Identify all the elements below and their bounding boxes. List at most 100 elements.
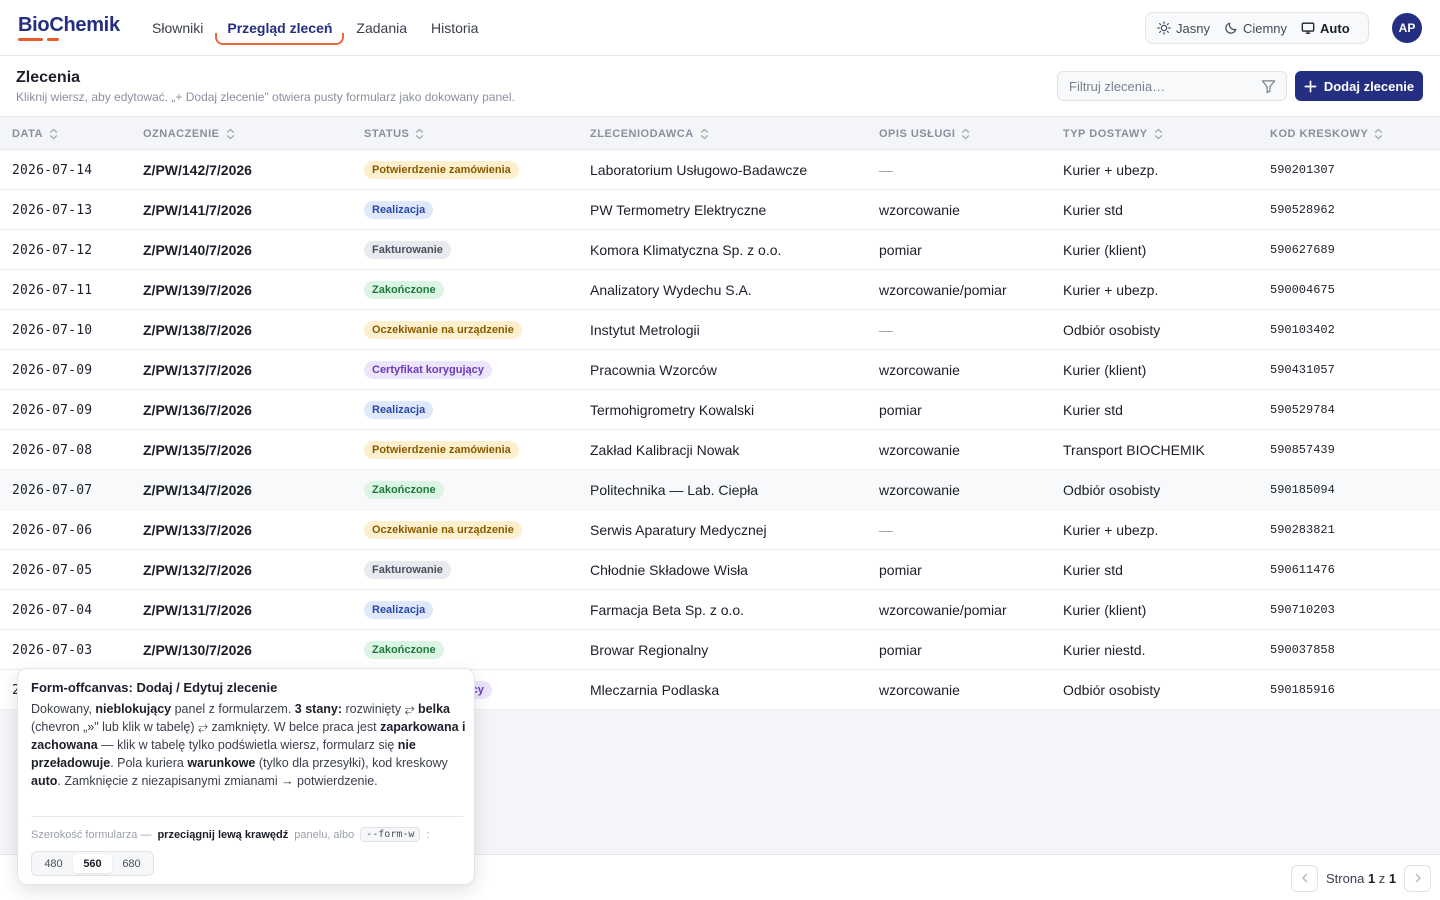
column-header-typ-dostawy[interactable]: Typ dostawy — [1063, 117, 1163, 151]
column-header-label: Data — [12, 128, 43, 140]
order-status: Fakturowanie — [364, 230, 451, 270]
order-barcode: 590185094 — [1270, 483, 1335, 497]
theme-switcher: Jasny Ciemny Auto — [1145, 12, 1369, 44]
table-row[interactable]: 2026-07-04 Z/PW/131/7/2026 Realizacja Farma… — [0, 590, 1440, 630]
column-header-date[interactable]: Data — [12, 117, 58, 151]
column-header-opis-uslugi[interactable]: Opis usługi — [879, 117, 970, 151]
table-header: Data Oznaczenie Status Zleceniodawca Opis us… — [0, 116, 1440, 150]
order-code: Z/PW/133/7/2026 — [143, 522, 252, 538]
table-row[interactable]: 2026-07-09 Z/PW/136/7/2026 Realizacja Termo… — [0, 390, 1440, 430]
page-prefix: Strona — [1326, 870, 1365, 886]
status-badge: Realizacja — [364, 401, 434, 419]
order-delivery: Kurier + ubezp. — [1063, 522, 1159, 538]
order-client: Analizatory Wydechu S.A. — [590, 282, 752, 298]
nav-item-zadania[interactable]: Zadania — [344, 0, 419, 56]
order-client: Farmacja Beta Sp. z o.o. — [590, 602, 745, 618]
order-barcode: 590431057 — [1270, 363, 1335, 377]
next-page-button[interactable] — [1404, 864, 1432, 892]
total-pages: 1 — [1388, 870, 1397, 886]
order-status: Zakończone — [364, 270, 444, 310]
order-date: 2026-07-12 — [12, 242, 93, 258]
theme-light-label: Jasny — [1176, 20, 1210, 36]
width-option-680[interactable]: 680 — [112, 854, 151, 873]
width-prefix: Szerokość formularza — — [31, 828, 152, 841]
order-description: wzorcowanie/pomiar — [879, 282, 1007, 298]
table-row[interactable]: 2026-07-09 Z/PW/137/7/2026 Certyfikat kory… — [0, 350, 1440, 390]
table-row[interactable]: 2026-07-06 Z/PW/133/7/2026 Oczekiwanie na … — [0, 510, 1440, 550]
info-text: rozwinięty ⥂ — [342, 702, 419, 716]
column-header-label: Opis usługi — [879, 128, 956, 140]
nav-item-historia[interactable]: Historia — [419, 0, 490, 56]
funnel-icon[interactable] — [1261, 79, 1276, 94]
prev-page-button[interactable] — [1291, 864, 1318, 892]
order-date: 2026-07-11 — [12, 282, 93, 298]
order-barcode: 590857439 — [1270, 443, 1335, 457]
info-bold: auto — [31, 774, 58, 788]
order-description: wzorcowanie — [879, 362, 960, 378]
order-client: Komora Klimatyczna Sp. z o.o. — [590, 242, 782, 258]
order-client: PW Termometry Elektryczne — [590, 202, 767, 218]
info-description: Dokowany, nieblokujący panel z formularz… — [31, 700, 467, 790]
divider — [31, 816, 463, 817]
order-delivery: Transport BIOCHEMIK — [1063, 442, 1205, 458]
order-status: Oczekiwanie na urządzenie — [364, 510, 522, 550]
plus-icon — [1304, 80, 1317, 92]
order-code: Z/PW/138/7/2026 — [143, 322, 252, 338]
order-status: Realizacja — [364, 190, 434, 230]
column-header-label: Kod kreskowy — [1270, 128, 1369, 140]
order-barcode: 590185916 — [1270, 683, 1335, 697]
table-row[interactable]: 2026-07-08 Z/PW/135/7/2026 Potwierdzenie z… — [0, 430, 1440, 470]
info-text: (chevron „»" lub klik w tabelę) ⥂ zamkni… — [31, 720, 381, 734]
filter-input[interactable] — [1058, 72, 1253, 100]
order-barcode: 590283821 — [1270, 523, 1335, 537]
width-option-560[interactable]: 560 — [73, 854, 112, 873]
order-barcode: 590528962 — [1270, 203, 1335, 217]
width-option-480[interactable]: 480 — [34, 854, 73, 873]
column-header-label: Typ dostawy — [1063, 128, 1148, 140]
order-date: 2026-07-04 — [12, 602, 93, 618]
column-header-kod-kreskowy[interactable]: Kod kreskowy — [1270, 117, 1383, 151]
nav-item-przeglad-zlecen[interactable]: Przegląd zleceń — [215, 0, 345, 56]
order-code: Z/PW/135/7/2026 — [143, 442, 252, 458]
table-row[interactable]: 2026-07-13 Z/PW/141/7/2026 Realizacja PW Te… — [0, 190, 1440, 230]
column-header-zleceniodawca[interactable]: Zleceniodawca — [590, 117, 709, 151]
column-header-oznaczenie[interactable]: Oznaczenie — [143, 117, 235, 151]
sort-icon — [700, 128, 708, 140]
table-row[interactable]: 2026-07-07 Z/PW/134/7/2026 Zakończone Polit… — [0, 470, 1440, 510]
app-logo[interactable]: BioChemik — [18, 14, 120, 37]
order-delivery: Kurier std — [1063, 562, 1123, 578]
order-delivery: Kurier (klient) — [1063, 602, 1147, 618]
table-row[interactable]: 2026-07-10 Z/PW/138/7/2026 Oczekiwanie na … — [0, 310, 1440, 350]
order-code: Z/PW/141/7/2026 — [143, 202, 252, 218]
table-row[interactable]: 2026-07-14 Z/PW/142/7/2026 Potwierdzenie z… — [0, 150, 1440, 190]
page-indicator: Strona 1 z 1 — [1326, 871, 1396, 886]
add-order-button[interactable]: Dodaj zlecenie — [1295, 71, 1423, 101]
order-client: Instytut Metrologii — [590, 322, 700, 338]
table-body: 2026-07-14 Z/PW/142/7/2026 Potwierdzenie z… — [0, 150, 1440, 710]
order-client: Laboratorium Usługowo-Badawcze — [590, 162, 808, 178]
order-status: Realizacja — [364, 590, 434, 630]
column-header-status[interactable]: Status — [364, 117, 424, 151]
table-row[interactable]: 2026-07-03 Z/PW/130/7/2026 Zakończone Browa… — [0, 630, 1440, 670]
status-badge: Potwierdzenie zamówienia — [364, 161, 519, 179]
table-row[interactable]: 2026-07-05 Z/PW/132/7/2026 Fakturowanie Chł… — [0, 550, 1440, 590]
order-code: Z/PW/137/7/2026 — [143, 362, 252, 378]
theme-light-button[interactable]: Jasny — [1150, 16, 1217, 40]
table-row[interactable]: 2026-07-12 Z/PW/140/7/2026 Fakturowanie Kom… — [0, 230, 1440, 270]
order-client: Pracownia Wzorców — [590, 362, 717, 378]
form-width-hint: Szerokość formularza — przeciągnij lewą … — [31, 827, 467, 842]
status-badge: Certyfikat korygujący — [364, 361, 492, 379]
info-bold: nieblokujący — [95, 702, 172, 716]
table-row[interactable]: 2026-07-11 Z/PW/139/7/2026 Zakończone Anali… — [0, 270, 1440, 310]
theme-auto-button[interactable]: Auto — [1294, 16, 1357, 40]
order-code: Z/PW/132/7/2026 — [143, 562, 252, 578]
order-delivery: Odbiór osobisty — [1063, 322, 1161, 338]
user-avatar[interactable]: AP — [1392, 13, 1422, 43]
order-description: wzorcowanie — [879, 202, 960, 218]
order-code: Z/PW/140/7/2026 — [143, 242, 252, 258]
nav-item-slowniki[interactable]: Słowniki — [140, 0, 215, 56]
theme-dark-button[interactable]: Ciemny — [1217, 16, 1294, 40]
order-status: Potwierdzenie zamówienia — [364, 150, 519, 190]
order-status: Realizacja — [364, 390, 434, 430]
status-badge: Zakończone — [364, 281, 444, 299]
